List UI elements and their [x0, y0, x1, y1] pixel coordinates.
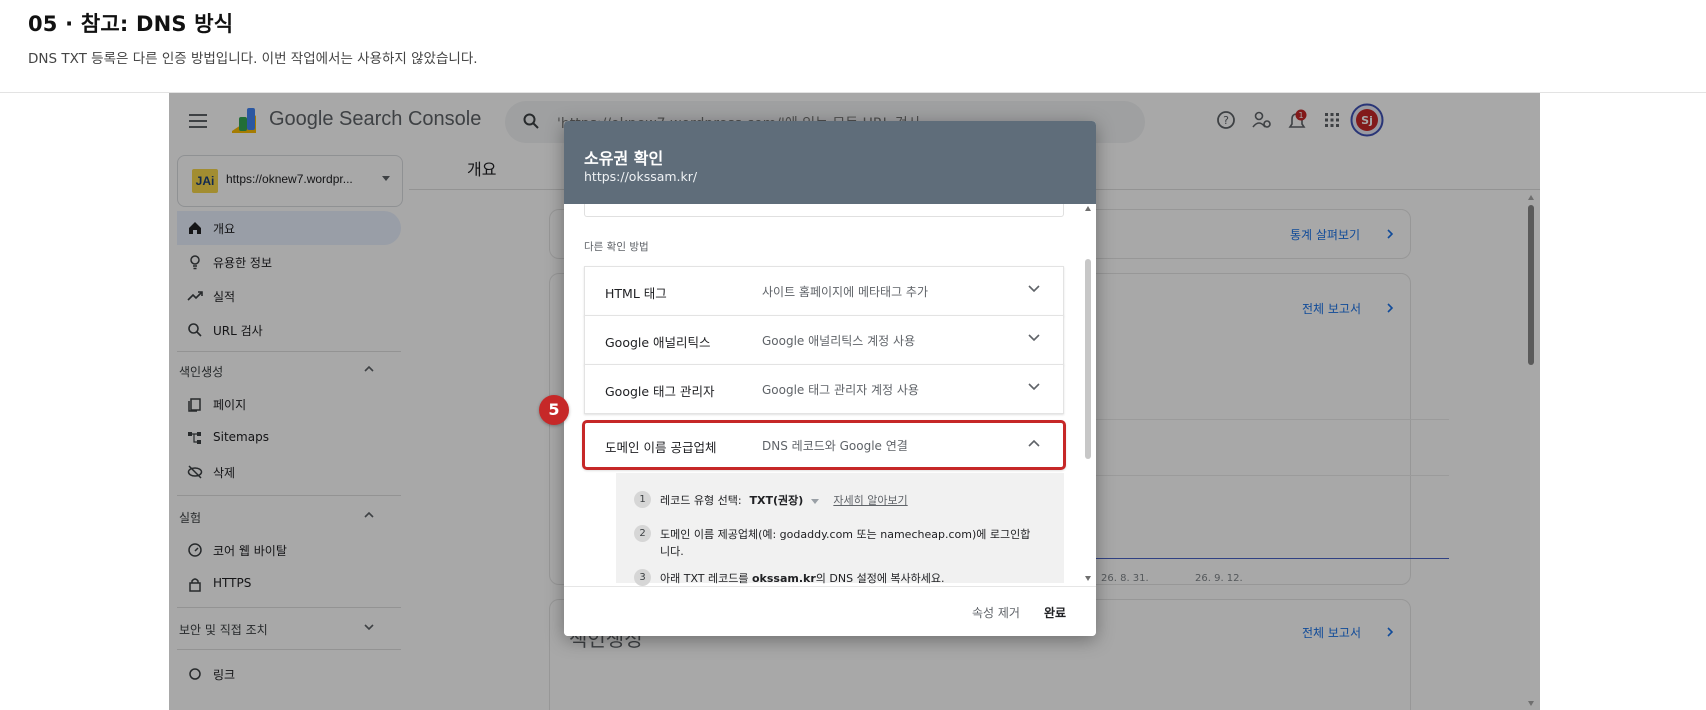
record-type-select[interactable]: TXT(권장)	[750, 494, 804, 507]
step-text: 아래 TXT 레코드를	[660, 572, 752, 585]
other-methods-label: 다른 확인 방법	[584, 241, 649, 253]
remove-property-button[interactable]: 속성 제거	[972, 604, 1020, 621]
method-name: HTML 태그	[605, 286, 667, 301]
page-subtitle: DNS TXT 등록은 다른 인증 방법입니다. 이번 작업에서는 사용하지 않…	[28, 51, 478, 67]
method-name: Google 태그 관리자	[605, 384, 715, 399]
method-desc: 사이트 홈페이지에 메타태그 추가	[762, 285, 929, 299]
dialog-title: 소유권 확인	[584, 149, 664, 168]
method-tag-manager[interactable]: Google 태그 관리자 Google 태그 관리자 계정 사용	[584, 364, 1064, 414]
dialog-footer: 속성 제거 완료	[564, 586, 1096, 636]
dialog-subtitle: https://okssam.kr/	[584, 169, 698, 184]
method-desc: Google 애널리틱스 계정 사용	[762, 334, 916, 348]
dropdown-caret-icon[interactable]	[811, 498, 820, 504]
chevron-up-icon	[1028, 439, 1040, 447]
method-domain-provider[interactable]: 도메인 이름 공급업체 DNS 레코드와 Google 연결	[582, 420, 1066, 470]
step-label: 레코드 유형 선택:	[660, 494, 742, 507]
collapsed-method-edge	[584, 204, 1064, 217]
dialog-scrollbar[interactable]	[1083, 204, 1093, 586]
chevron-down-icon	[1028, 334, 1040, 342]
step-number: 3	[634, 569, 651, 586]
method-desc: Google 태그 관리자 계정 사용	[762, 383, 919, 397]
page-scrollbar[interactable]	[1526, 193, 1536, 710]
chevron-down-icon	[1028, 383, 1040, 391]
page-title: 05 · 참고: DNS 방식	[28, 12, 234, 36]
page-header: 05 · 참고: DNS 방식 DNS TXT 등록은 다른 인증 방법입니다.…	[28, 8, 478, 67]
dialog-header: 소유권 확인 https://okssam.kr/	[564, 121, 1096, 204]
dns-instructions-panel: 1 레코드 유형 선택: TXT(권장) 자세히 알아보기 2 도메인 이름 제공업…	[616, 473, 1064, 586]
step-number: 2	[634, 525, 651, 542]
domain-name: okssam.kr	[752, 572, 816, 585]
step-number: 1	[634, 491, 651, 508]
method-desc: DNS 레코드와 Google 연결	[762, 439, 908, 453]
step-text: 의 DNS 설정에 복사하세요.	[815, 572, 945, 585]
done-button[interactable]: 완료	[1044, 604, 1066, 621]
step-text: 도메인 이름 제공업체(예: godaddy.com 또는 namecheap.…	[660, 528, 1031, 558]
gsc-screenshot: Google Search Console 'https://oknew7.wo…	[169, 93, 1540, 710]
method-html-tag[interactable]: HTML 태그 사이트 홈페이지에 메타태그 추가	[584, 266, 1064, 316]
dialog-body: 다른 확인 방법 HTML 태그 사이트 홈페이지에 메타태그 추가 Googl…	[564, 204, 1096, 586]
method-name: 도메인 이름 공급업체	[605, 440, 717, 455]
method-google-analytics[interactable]: Google 애널리틱스 Google 애널리틱스 계정 사용	[584, 315, 1064, 365]
method-name: Google 애널리틱스	[605, 335, 711, 350]
learn-more-link[interactable]: 자세히 알아보기	[833, 494, 907, 507]
chevron-down-icon	[1028, 285, 1040, 293]
ownership-verification-dialog: 소유권 확인 https://okssam.kr/ 다른 확인 방법 HTML …	[564, 121, 1096, 636]
annotation-step-badge: 5	[539, 395, 569, 425]
